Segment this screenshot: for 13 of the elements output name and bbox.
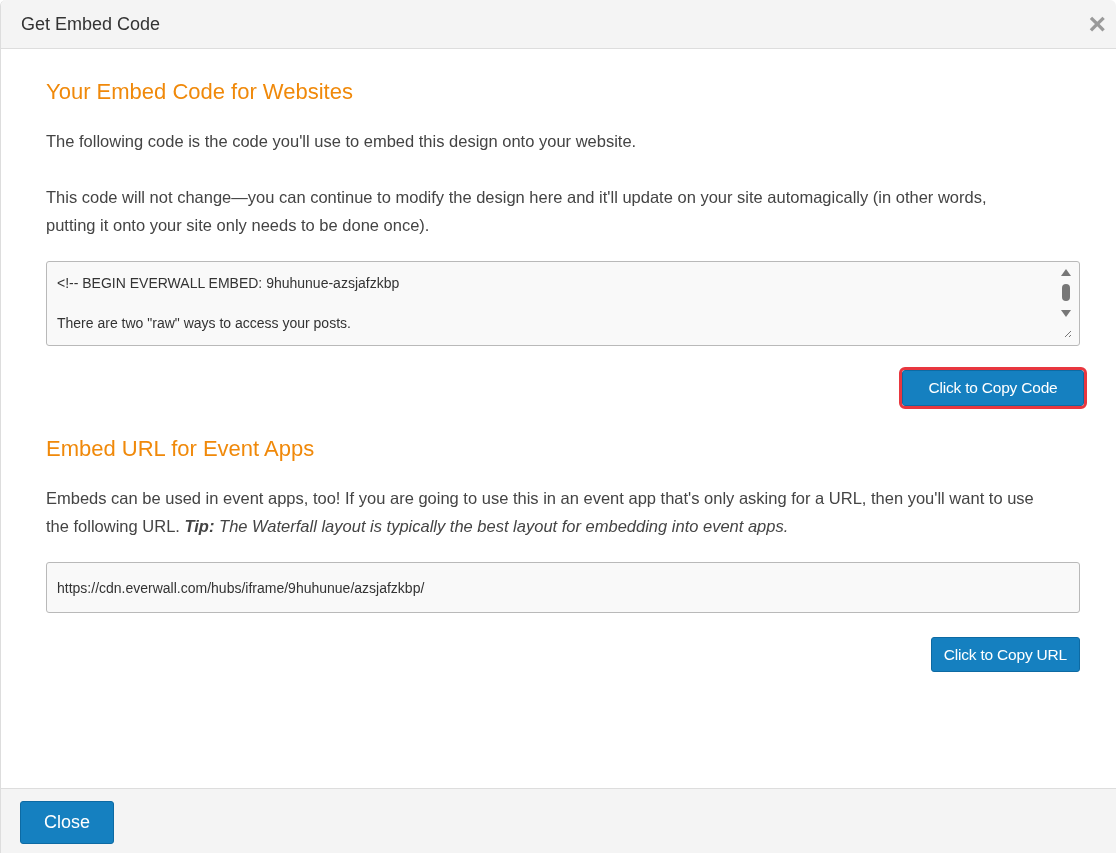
section-heading: Embed URL for Event Apps [46,435,316,463]
close-button[interactable]: Close [20,800,114,844]
url-field[interactable]: https://cdn.everwall.com/hubs/iframe/9huhunue/azsjafzkbp/ [46,562,1080,613]
copy-button[interactable]: Click to Copy URL [930,637,1080,672]
close-icon[interactable]: × [1082,9,1112,39]
description-text: This code will not change—you can continue to modify the design here and it'll update on your site automagically (in other words, putting it onto your site only needs to be done once). [46,187,988,236]
section-heading: Your Embed Code for Websites [46,78,354,106]
embed-code-field[interactable]: <!-- BEGIN EVERWALL EMBED: 9huhunue-azsjafzkbp There are two "raw" ways to access your posts. [46,261,1080,346]
description-text: Embeds can be used in event apps, too! If you are going to use this in an event app that's only asking for a URL, then you'll want to use the following URL. Tip: The Waterfall layout is typically the best layout for embedding into event apps. [46,488,1035,537]
dialog-title: Get Embed Code [21,13,161,35]
description-text: The following code is the code you'll use to embed this design onto your website. [46,131,638,152]
copy-button[interactable]: Click to Copy Code [902,370,1084,406]
scrollbar-icon[interactable] [1060,267,1072,339]
